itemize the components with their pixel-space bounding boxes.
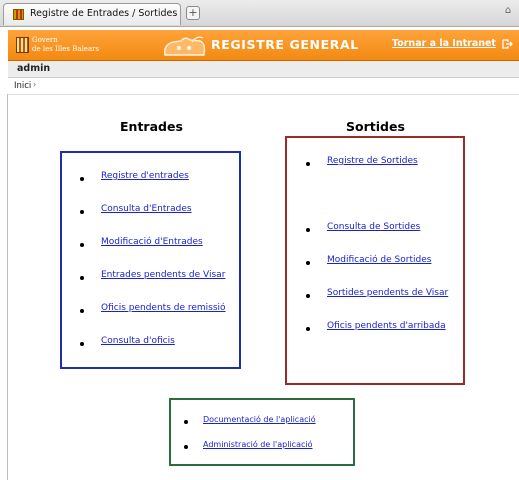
govern-emblem-icon — [16, 37, 29, 53]
breadcrumb-home-link[interactable]: Inici — [14, 81, 31, 91]
user-bar: admin — [8, 61, 519, 78]
entrades-panel: Registre d'entrades Consulta d'Entrades … — [60, 151, 241, 369]
entrades-pendents-visar-link[interactable]: Entrades pendents de Visar — [101, 270, 225, 280]
bullet-icon — [306, 261, 310, 265]
browser-tab[interactable]: Registre de Entrades / Sortides — [3, 3, 181, 25]
bullet-icon — [80, 210, 84, 214]
app-banner: Govern de les Illes Balears REGISTRE GEN… — [8, 30, 519, 61]
govern-logo[interactable]: Govern de les Illes Balears — [32, 36, 99, 54]
sortides-heading: Sortides — [346, 119, 405, 134]
modificacio-sortides-link[interactable]: Modificació de Sortides — [327, 255, 431, 265]
govern-emblem-icon — [13, 9, 24, 20]
documentacio-link[interactable]: Documentació de l'aplicació — [203, 415, 316, 424]
administracio-link[interactable]: Administració de l'aplicació — [203, 440, 312, 449]
sortides-panel: Registre de Sortides Consulta de Sortide… — [285, 136, 465, 385]
bullet-icon — [184, 420, 188, 424]
consulta-sortides-link[interactable]: Consulta de Sortides — [327, 222, 420, 232]
tab-title: Registre de Entrades / Sortides — [30, 8, 178, 19]
bullet-icon — [80, 342, 84, 346]
bullet-icon — [80, 309, 84, 313]
modificacio-entrades-link[interactable]: Modificació d'Entrades — [101, 237, 203, 247]
oficis-pendents-arribada-link[interactable]: Oficis pendents d'arribada — [327, 321, 446, 331]
bullet-icon — [80, 243, 84, 247]
new-tab-button[interactable]: + — [186, 6, 200, 20]
aplicacio-panel: Documentació de l'aplicació Administraci… — [169, 398, 355, 466]
bullet-icon — [306, 228, 310, 232]
bullet-icon — [80, 177, 84, 181]
page-left-border — [7, 94, 8, 480]
consulta-entrades-link[interactable]: Consulta d'Entrades — [101, 204, 192, 214]
bullet-icon — [306, 327, 310, 331]
oficis-pendents-remissio-link[interactable]: Oficis pendents de remissió — [101, 303, 226, 313]
browser-tab-strip: Registre de Entrades / Sortides + ⌂ — [0, 0, 519, 27]
tab-menu-icon[interactable]: ⌂ — [501, 4, 515, 18]
bullet-icon — [184, 445, 188, 449]
back-to-intranet-link[interactable]: Tornar a la Intranet — [392, 38, 496, 49]
logo-line-1: Govern — [32, 36, 58, 44]
app-title: REGISTRE GENERAL — [211, 37, 359, 52]
bullet-icon — [80, 276, 84, 280]
entrades-heading: Entrades — [120, 119, 183, 134]
consulta-oficis-link[interactable]: Consulta d'oficis — [101, 336, 175, 346]
breadcrumb: Inici › — [8, 78, 519, 95]
breadcrumb-separator: › — [33, 80, 37, 89]
exit-arrow-icon[interactable] — [501, 38, 513, 50]
username: admin — [17, 63, 51, 74]
registre-entrades-link[interactable]: Registre d'entrades — [101, 171, 189, 181]
logo-line-2: de les Illes Balears — [32, 45, 100, 53]
sortides-pendents-visar-link[interactable]: Sortides pendents de Visar — [327, 288, 448, 298]
registre-sortides-link[interactable]: Registre de Sortides — [327, 156, 418, 166]
bullet-icon — [306, 162, 310, 166]
folder-mascot-icon — [163, 36, 206, 56]
bullet-icon — [306, 294, 310, 298]
